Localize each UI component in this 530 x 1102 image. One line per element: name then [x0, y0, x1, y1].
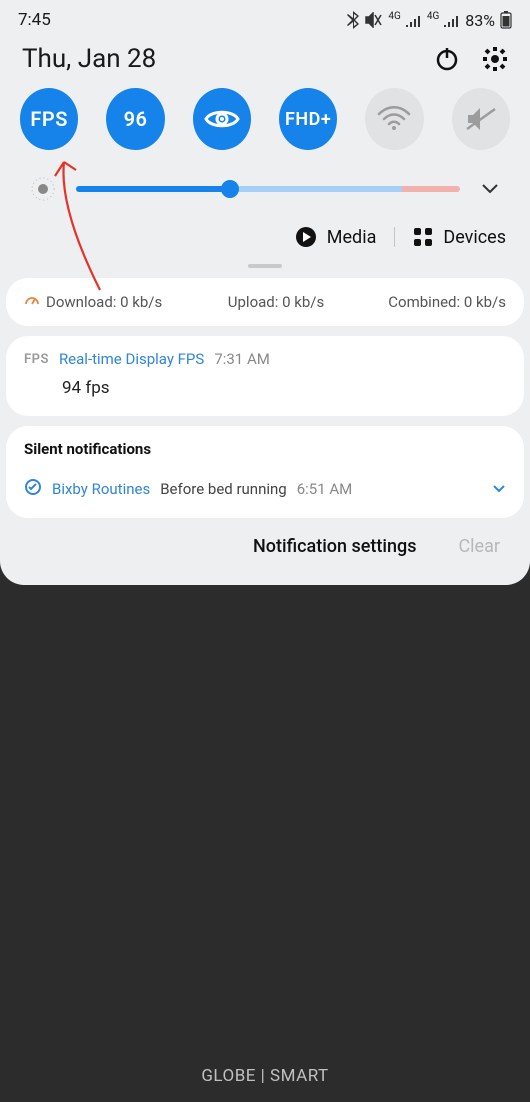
fps-notif-body: 94 fps — [6, 374, 524, 416]
toggle-eye-comfort[interactable] — [193, 88, 251, 150]
devices-label: Devices — [443, 227, 506, 248]
battery-pct: 83% — [465, 11, 495, 30]
battery-icon — [500, 11, 512, 29]
mute-icon — [465, 105, 497, 133]
network-label-2: 4G — [427, 11, 439, 22]
bixby-time: 6:51 AM — [297, 480, 353, 498]
chevron-down-icon — [492, 484, 506, 494]
silent-notifications-card: Silent notifications Bixby Routines Befo… — [6, 426, 524, 518]
panel-date: Thu, Jan 28 — [22, 44, 156, 74]
chevron-down-icon — [481, 183, 499, 195]
toggle-fps[interactable]: FPS — [20, 88, 78, 150]
toggle-sound[interactable] — [452, 88, 510, 150]
media-button[interactable]: Media — [295, 226, 377, 248]
fps-notif-time: 7:31 AM — [214, 350, 270, 368]
panel-drag-handle[interactable] — [248, 264, 282, 268]
network-label-1: 4G — [388, 11, 400, 22]
signal-icon-1 — [406, 13, 422, 27]
status-bar: 7:45 4G 4G 83% — [0, 0, 530, 36]
eye-icon — [204, 107, 240, 131]
bixby-icon — [24, 478, 42, 500]
divider — [394, 227, 395, 247]
clear-button[interactable]: Clear — [458, 536, 500, 557]
carrier-label: GLOBE | SMART — [0, 1066, 530, 1086]
silent-header: Silent notifications — [6, 426, 524, 468]
bixby-expand[interactable] — [492, 480, 506, 498]
bixby-body: Before bed running — [160, 480, 287, 498]
upload-speed: Upload: 0 kb/s — [228, 293, 324, 311]
power-icon[interactable] — [434, 46, 460, 72]
notification-bixby[interactable]: Bixby Routines Before bed running 6:51 A… — [6, 468, 524, 518]
download-speed: Download: 0 kb/s — [46, 293, 162, 311]
grid-icon — [413, 227, 433, 247]
notification-card-speed[interactable]: Download: 0 kb/s Upload: 0 kb/s Combined… — [6, 278, 524, 326]
gear-icon[interactable] — [482, 46, 508, 72]
signal-icon-2 — [444, 13, 460, 27]
brightness-slider[interactable] — [76, 186, 460, 192]
devices-button[interactable]: Devices — [413, 227, 506, 248]
speedometer-icon — [24, 292, 40, 312]
auto-brightness-icon[interactable] — [28, 174, 58, 204]
media-label: Media — [327, 227, 377, 248]
fps-app-tag: FPS — [24, 352, 49, 367]
brightness-expand[interactable] — [478, 179, 502, 200]
bluetooth-icon — [346, 11, 360, 29]
mute-indicator-icon — [365, 12, 383, 28]
toggle-refresh-rate[interactable]: 96 — [106, 88, 164, 150]
play-circle-icon — [295, 226, 317, 248]
notification-card-fps[interactable]: FPS Real-time Display FPS 7:31 AM 94 fps — [6, 336, 524, 416]
toggle-wifi[interactable] — [365, 88, 423, 150]
wifi-icon — [377, 106, 411, 132]
combined-speed: Combined: 0 kb/s — [388, 293, 506, 311]
bixby-title: Bixby Routines — [52, 480, 150, 498]
toggle-resolution[interactable]: FHD+ — [279, 88, 337, 150]
clock: 7:45 — [18, 10, 51, 30]
notification-settings-button[interactable]: Notification settings — [253, 536, 416, 557]
fps-notif-title: Real-time Display FPS — [59, 350, 204, 368]
